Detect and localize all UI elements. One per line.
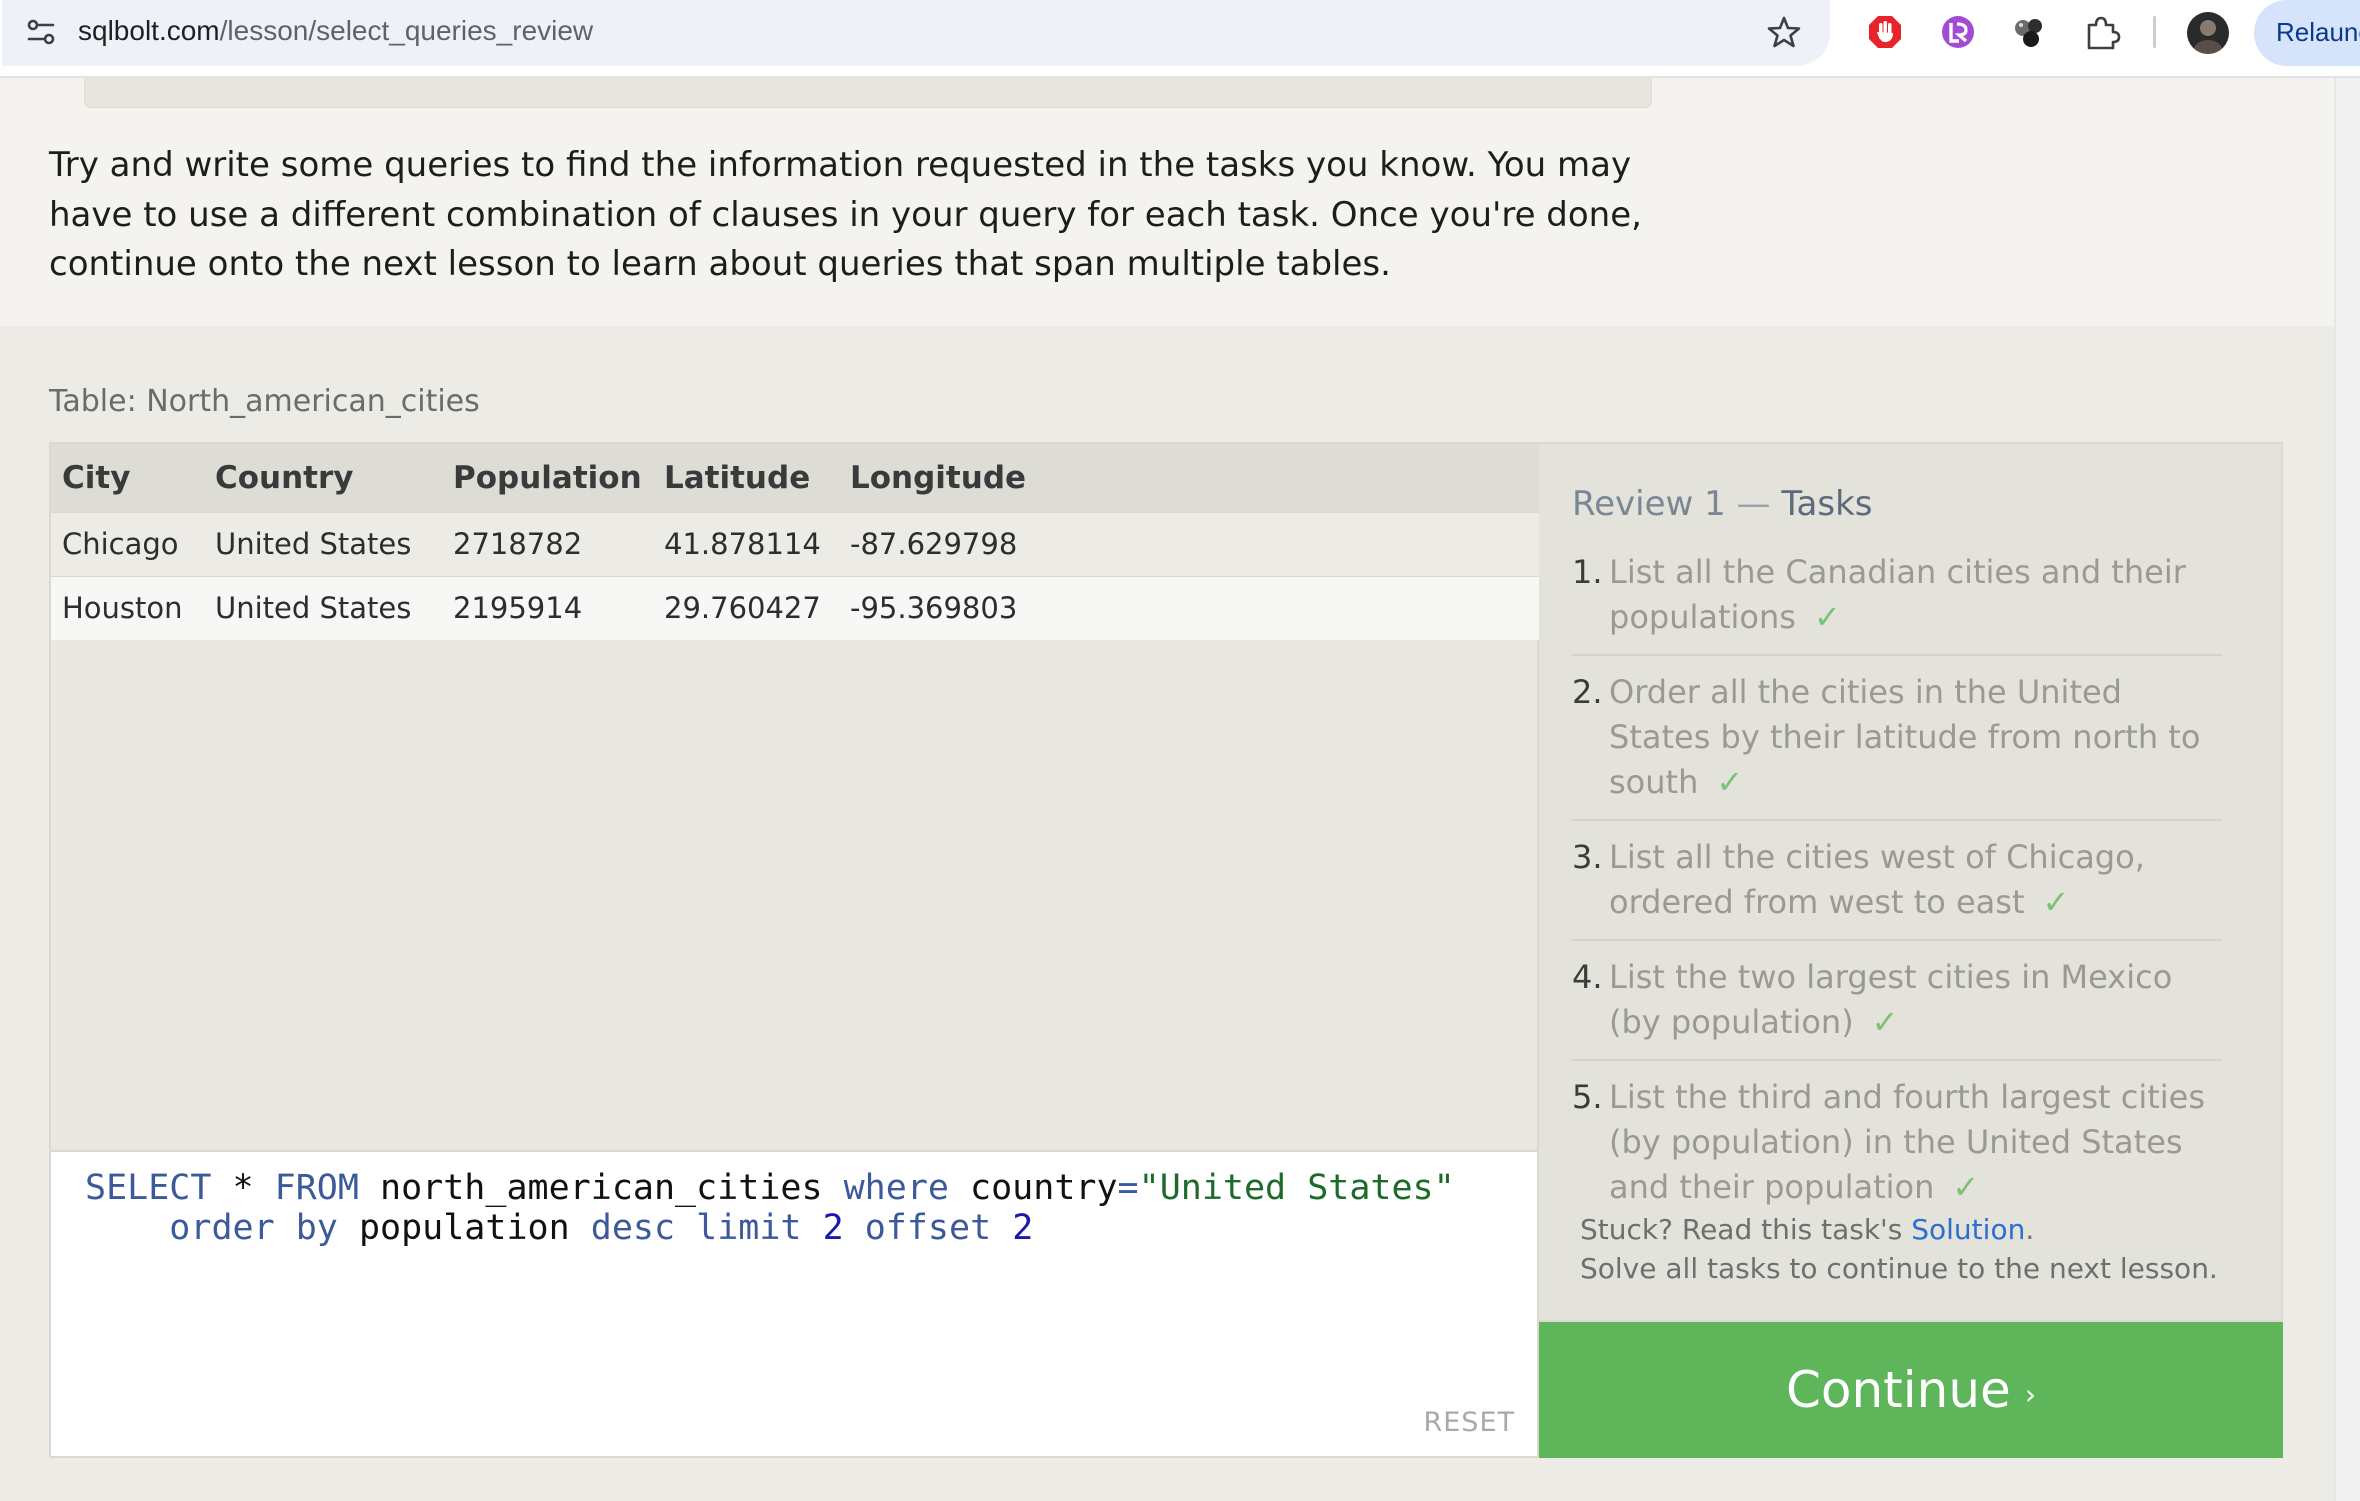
address-bar[interactable]: sqlbolt.com/lesson/select_queries_review (2, 0, 1830, 66)
column-header: Longitude (839, 444, 1541, 512)
url-text[interactable]: sqlbolt.com/lesson/select_queries_review (78, 15, 593, 47)
page-scrollbar[interactable] (2334, 78, 2360, 1501)
task-text: List all the Canadian cities and their p… (1609, 553, 2186, 636)
table-cell: 41.878114 (653, 511, 839, 576)
url-host: sqlbolt.com (78, 15, 220, 46)
code-string: "United States" (1138, 1168, 1455, 1208)
table-row: Chicago United States 2718782 41.878114 … (51, 511, 1541, 576)
sql-query-editor[interactable]: SELECT * FROM north_american_cities wher… (49, 1152, 1539, 1458)
table-caption: Table: North_american_cities (49, 384, 480, 419)
results-table: City Country Population Latitude Longitu… (51, 444, 1541, 640)
task-number: 4. (1572, 958, 1603, 996)
code-keyword: desc (590, 1208, 676, 1248)
bookmark-star-icon[interactable] (1766, 14, 1802, 50)
checkmark-icon: ✓ (2042, 883, 2070, 921)
table-cell: Houston (51, 575, 204, 640)
task-number: 5. (1572, 1078, 1603, 1116)
column-header: Latitude (653, 444, 839, 512)
column-header: City (51, 444, 204, 512)
sql-code[interactable]: SELECT * FROM north_american_cities wher… (85, 1168, 1455, 1248)
extensions-puzzle-icon[interactable] (2083, 13, 2121, 51)
code-keyword: where (843, 1168, 949, 1208)
browser-toolbar: sqlbolt.com/lesson/select_queries_review… (0, 0, 2360, 78)
code-keyword: order by (169, 1208, 338, 1248)
table-cell: 29.760427 (653, 575, 839, 640)
table-cell: -95.369803 (839, 575, 1541, 640)
url-path: /lesson/select_queries_review (219, 15, 594, 46)
code-text: * (211, 1168, 275, 1208)
checkmark-icon: ✓ (1716, 763, 1744, 801)
purple-extension-icon[interactable] (1939, 13, 1977, 51)
checkmark-icon: ✓ (1871, 1003, 1899, 1041)
tasks-panel: Review 1 — Tasks 1. List all the Canadian… (1539, 442, 2283, 1322)
code-keyword: offset (864, 1208, 992, 1248)
code-number: 2 (822, 1208, 844, 1248)
table-cell: Chicago (51, 511, 204, 576)
solution-link[interactable]: Solution (1911, 1213, 2025, 1246)
task-number: 1. (1572, 553, 1603, 591)
table-cell: 2718782 (442, 511, 653, 576)
task-text: List the third and fourth largest cities… (1609, 1078, 2206, 1206)
task-item: 1. List all the Canadian cities and their… (1572, 550, 2222, 656)
lesson-intro-text: Try and write some queries to find the i… (49, 145, 1642, 284)
task-number: 2. (1572, 673, 1603, 711)
tasks-title: Review 1 — Tasks (1572, 484, 1872, 524)
help-text: Stuck? Read this task's Solution. Solve a… (1580, 1210, 2218, 1288)
column-header: Population (442, 444, 653, 512)
code-text: population (337, 1208, 591, 1248)
tasks-title-review: Review 1 (1572, 484, 1726, 524)
code-number: 2 (1012, 1208, 1034, 1248)
task-item: 2. Order all the cities in the United Sta… (1572, 670, 2222, 821)
tasks-title-dash: — (1725, 484, 1782, 524)
table-header-row: City Country Population Latitude Longitu… (51, 444, 1541, 512)
column-header: Country (204, 444, 442, 512)
code-operator: = (1117, 1168, 1139, 1208)
table-row: Houston United States 2195914 29.760427 … (51, 575, 1541, 640)
tasks-title-tasks: Tasks (1781, 484, 1873, 524)
checkmark-icon: ✓ (1952, 1168, 1980, 1206)
continue-label: Continue (1785, 1361, 2011, 1419)
adblock-extension-icon[interactable] (1866, 13, 1904, 51)
previous-content-box (84, 78, 1652, 108)
code-text: country (948, 1168, 1118, 1208)
task-text: Order all the cities in the United State… (1609, 673, 2201, 801)
site-settings-icon[interactable] (24, 15, 58, 49)
reset-button[interactable]: RESET (1423, 1407, 1515, 1438)
table-cell: United States (204, 511, 442, 576)
chevron-right-icon: › (2024, 1377, 2037, 1411)
relaunch-button[interactable]: Relaunch (2254, 0, 2360, 66)
code-keyword: FROM (274, 1168, 359, 1208)
code-keyword: limit (696, 1208, 802, 1248)
code-text: north_american_cities (358, 1168, 844, 1208)
task-item: 5. List the third and fourth largest citi… (1572, 1075, 2222, 1224)
stuck-text: Stuck? Read this task's (1580, 1213, 1912, 1246)
query-results-panel: City Country Population Latitude Longitu… (49, 442, 1541, 1152)
toolbar-separator (2153, 16, 2156, 48)
task-number: 3. (1572, 838, 1603, 876)
table-cell: -87.629798 (839, 511, 1541, 576)
checkmark-icon: ✓ (1813, 598, 1841, 636)
spheres-extension-icon[interactable] (2010, 13, 2048, 51)
table-cell: 2195914 (442, 575, 653, 640)
continue-button[interactable]: Continue › (1539, 1322, 2283, 1458)
task-list: 1. List all the Canadian cities and their… (1572, 550, 2222, 1238)
code-keyword: SELECT (85, 1168, 212, 1208)
profile-avatar[interactable] (2187, 12, 2229, 54)
stuck-period: . (2025, 1213, 2035, 1246)
table-cell: United States (204, 575, 442, 640)
solve-all-text: Solve all tasks to continue to the next … (1580, 1252, 2218, 1285)
task-item: 3. List all the cities west of Chicago, o… (1572, 835, 2222, 941)
task-item: 4. List the two largest cities in Mexico … (1572, 955, 2222, 1061)
